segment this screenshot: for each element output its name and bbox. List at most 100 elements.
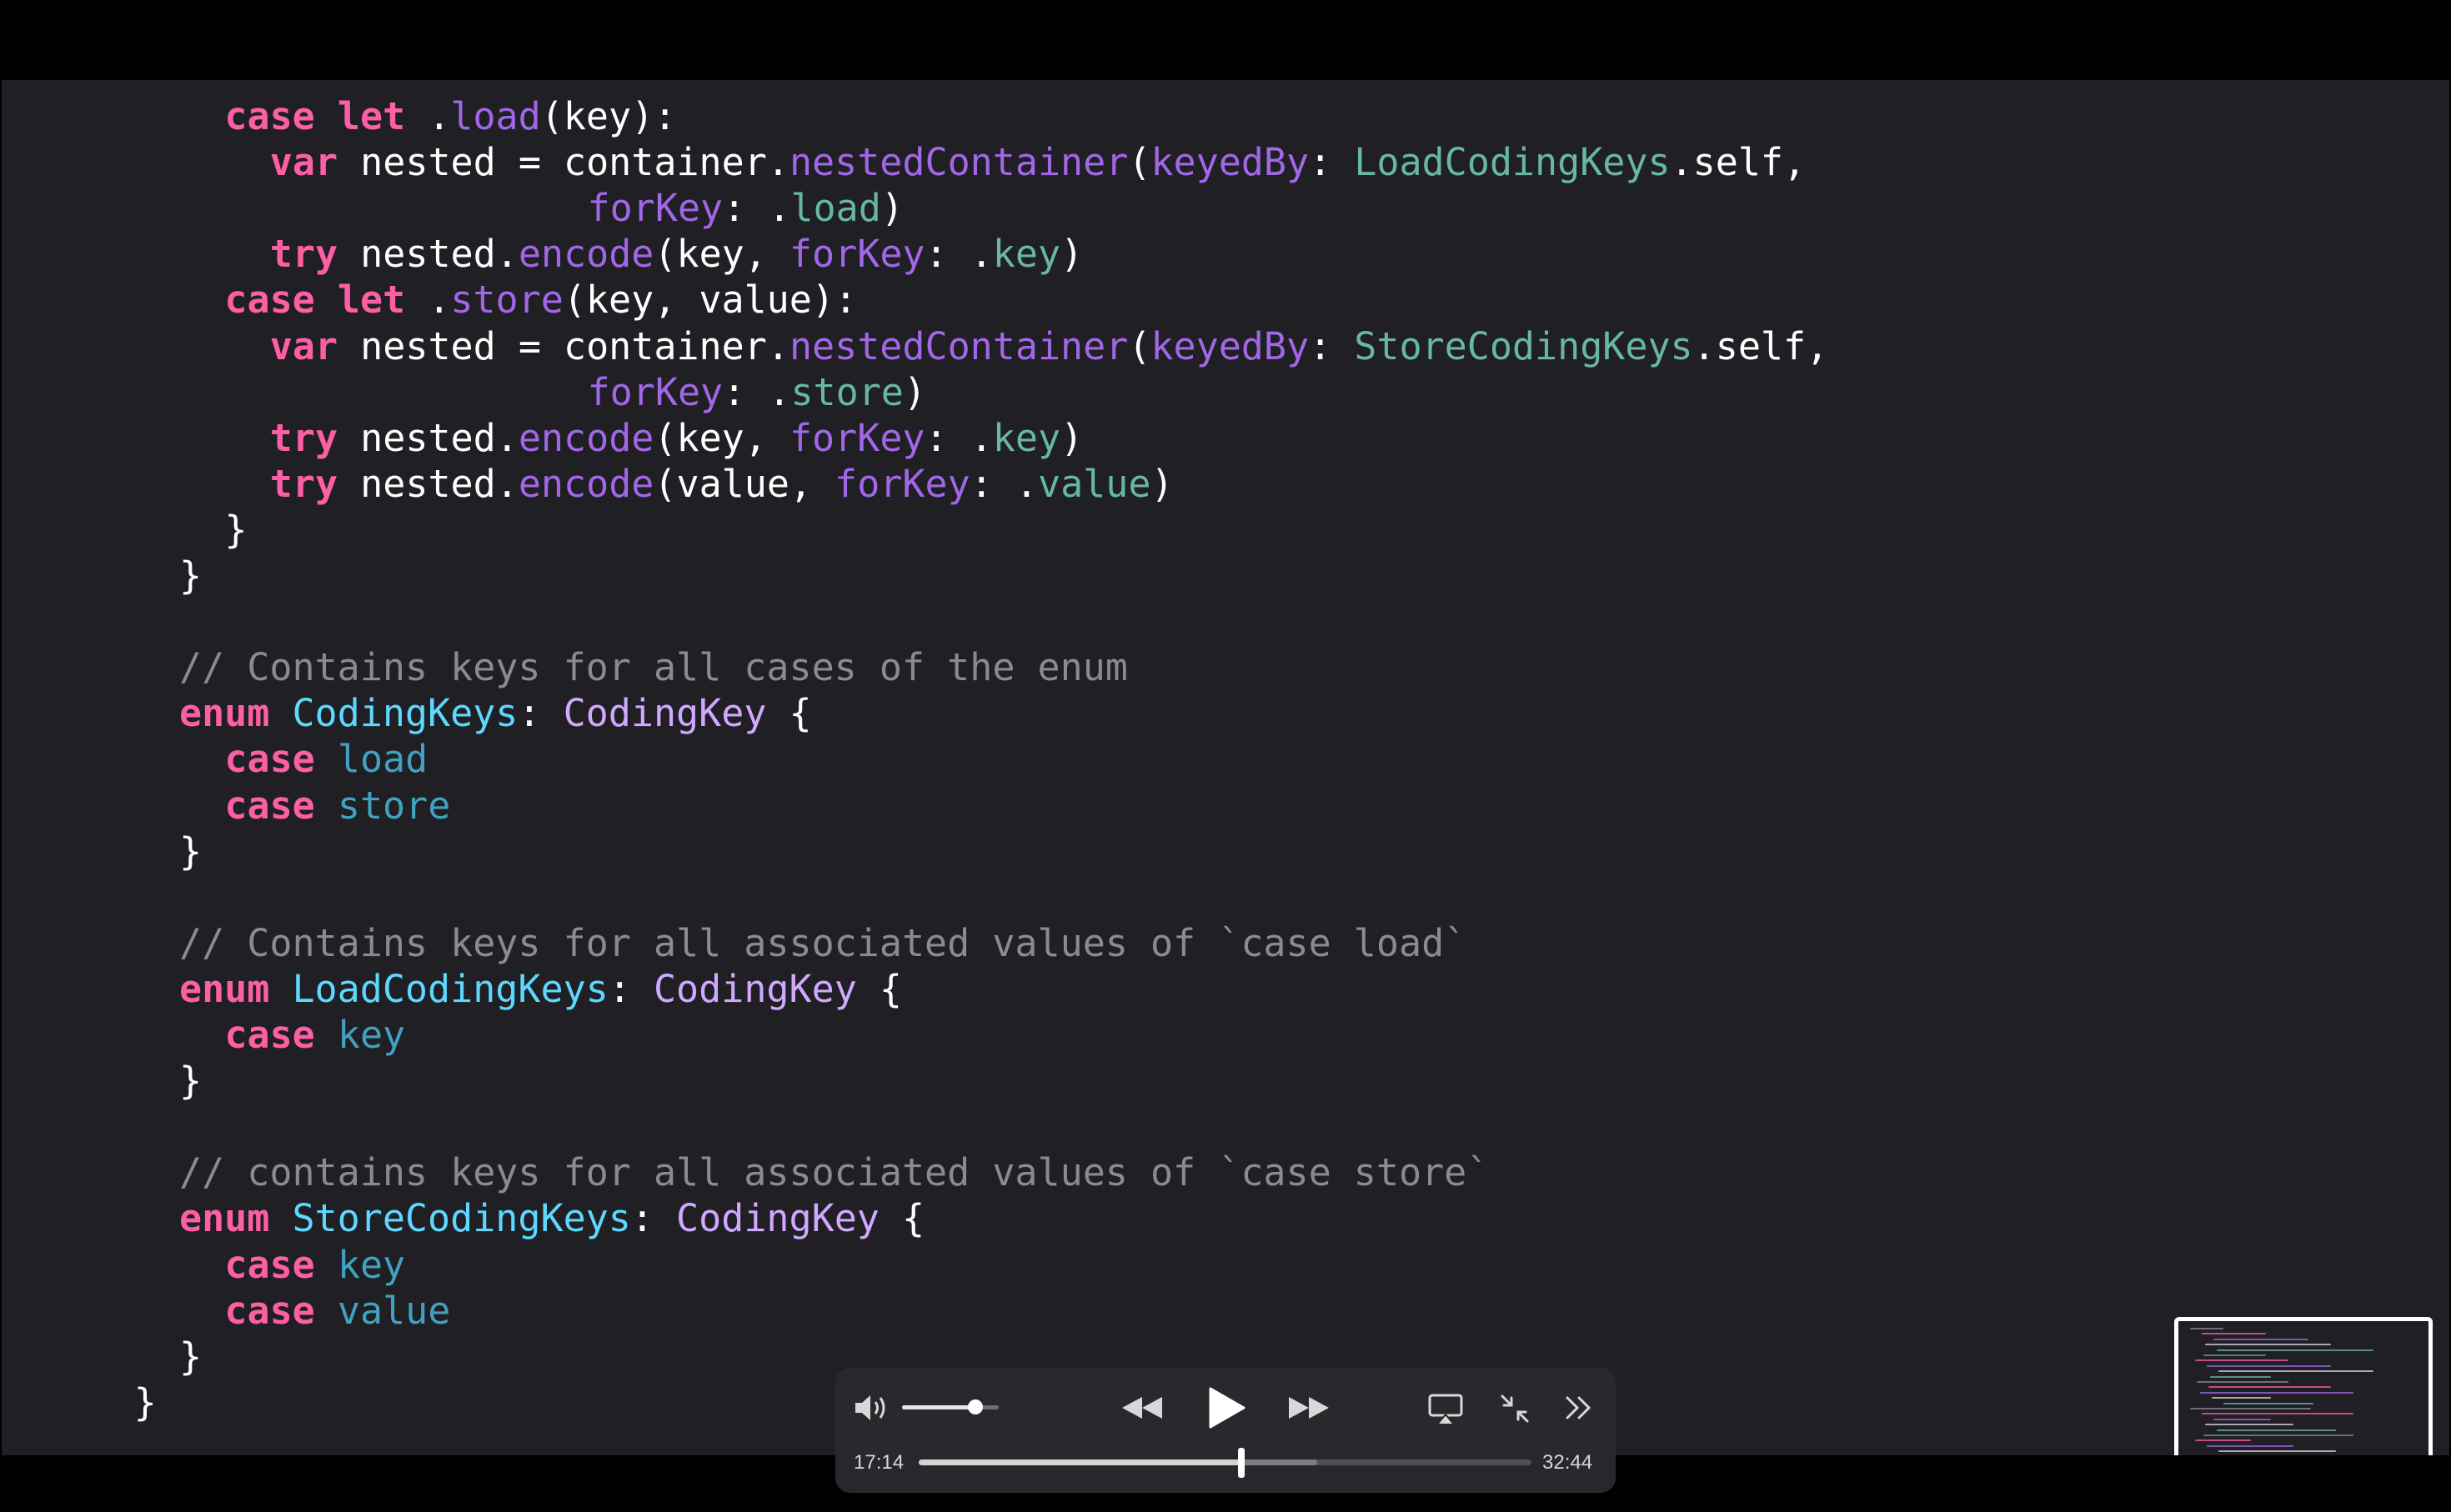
code-token: { bbox=[856, 966, 902, 1011]
thumbnail-code-line bbox=[2213, 1338, 2308, 1340]
code-line: // Contains keys for all associated valu… bbox=[179, 920, 1466, 966]
playback-scrubber[interactable] bbox=[919, 1448, 1531, 1478]
code-line: try nested.encode(key, forKey: .key) bbox=[270, 231, 1083, 277]
code-token: var bbox=[269, 140, 338, 185]
volume-level bbox=[902, 1405, 975, 1409]
code-line: var nested = container.nestedContainer(k… bbox=[270, 139, 1806, 185]
code-token: CodingKey bbox=[563, 691, 767, 736]
code-token: store bbox=[337, 783, 451, 828]
code-token: nested. bbox=[338, 461, 519, 506]
thumbnail-code-line bbox=[2202, 1413, 2353, 1415]
code-line: case value bbox=[224, 1288, 450, 1334]
code-token: value bbox=[1037, 461, 1151, 506]
code-token: key bbox=[992, 415, 1061, 460]
volume-slider[interactable] bbox=[902, 1399, 999, 1414]
exit-fullscreen-icon[interactable] bbox=[1499, 1393, 1531, 1429]
code-line: } bbox=[179, 1334, 202, 1379]
code-token: . bbox=[405, 278, 451, 323]
code-token: { bbox=[879, 1196, 925, 1241]
code-token: : bbox=[1309, 323, 1355, 368]
code-token: (key, value): bbox=[563, 278, 857, 323]
code-token: value bbox=[337, 1288, 451, 1333]
code-line: try nested.encode(key, forKey: .key) bbox=[270, 415, 1083, 461]
code-token: . bbox=[405, 94, 451, 138]
code-line: var nested = container.nestedContainer(k… bbox=[270, 323, 1828, 369]
code-token: enum bbox=[179, 966, 270, 1011]
scrubber-knob[interactable] bbox=[1237, 1448, 1245, 1478]
code-token: CodingKey bbox=[653, 966, 857, 1011]
code-line: case let .store(key, value): bbox=[224, 277, 857, 323]
thumbnail-code-line bbox=[2210, 1375, 2271, 1378]
play-icon[interactable] bbox=[1205, 1386, 1247, 1434]
thumbnail-code-line bbox=[2195, 1359, 2288, 1362]
code-token: key bbox=[337, 1013, 406, 1057]
code-token: ) bbox=[1060, 232, 1084, 277]
code-token: ) bbox=[880, 186, 904, 231]
code-token: forKey bbox=[789, 415, 925, 460]
code-token: .self, bbox=[1692, 323, 1829, 368]
code-line: } bbox=[134, 1379, 157, 1425]
code-token: nestedContainer bbox=[789, 323, 1129, 368]
picture-in-picture-thumbnail[interactable] bbox=[2174, 1317, 2433, 1455]
code-token: StoreCodingKeys bbox=[1354, 323, 1693, 368]
code-token: : bbox=[518, 691, 564, 736]
airplay-icon[interactable] bbox=[1427, 1393, 1464, 1430]
thumbnail-code-line bbox=[2217, 1429, 2336, 1431]
code-line: // Contains keys for all cases of the en… bbox=[179, 644, 1128, 690]
video-frame[interactable]: case let .load(key): var nested = contain… bbox=[2, 80, 2449, 1455]
code-token: StoreCodingKeys bbox=[292, 1196, 631, 1241]
thumbnail-code-line bbox=[2218, 1450, 2336, 1453]
code-token: } bbox=[179, 829, 203, 874]
code-token: (key, bbox=[654, 232, 789, 277]
code-token: case bbox=[224, 737, 315, 782]
code-token: : . bbox=[925, 232, 993, 277]
code-line: } bbox=[179, 553, 202, 598]
speaker-icon[interactable] bbox=[854, 1393, 892, 1427]
code-token: keyedBy bbox=[1150, 140, 1310, 185]
code-line: forKey: .store) bbox=[588, 369, 926, 415]
code-token: enum bbox=[179, 1196, 270, 1241]
more-controls-icon[interactable] bbox=[1564, 1394, 1594, 1425]
code-line: enum LoadCodingKeys: CodingKey { bbox=[179, 966, 902, 1012]
code-line: enum CodingKeys: CodingKey { bbox=[179, 690, 812, 736]
thumbnail-code-line bbox=[2207, 1444, 2293, 1447]
code-token: case bbox=[224, 1242, 315, 1287]
code-token: try bbox=[269, 461, 338, 506]
code-token: } bbox=[133, 1379, 157, 1424]
code-token: encode bbox=[518, 232, 654, 277]
code-token: var bbox=[269, 323, 338, 368]
thumbnail-code-line bbox=[2197, 1381, 2288, 1383]
thumbnail-code-line bbox=[2190, 1408, 2311, 1409]
thumbnail-code-line bbox=[2202, 1333, 2266, 1335]
code-token: load bbox=[790, 186, 881, 231]
code-token: : bbox=[608, 966, 654, 1011]
fast-forward-icon[interactable] bbox=[1286, 1393, 1332, 1427]
code-line: case key bbox=[224, 1012, 405, 1058]
played-range bbox=[919, 1459, 1241, 1465]
code-token: store bbox=[790, 369, 904, 414]
code-token: case bbox=[224, 278, 315, 323]
code-token: (key, bbox=[654, 415, 789, 460]
code-comment: // Contains keys for all associated valu… bbox=[179, 920, 1467, 965]
code-token: LoadCodingKeys bbox=[1354, 140, 1671, 185]
volume-knob[interactable] bbox=[968, 1399, 983, 1414]
code-line: case load bbox=[224, 736, 428, 782]
thumbnail-code-line bbox=[2205, 1424, 2293, 1426]
code-token: case bbox=[224, 1013, 315, 1057]
code-token: } bbox=[179, 1334, 203, 1379]
thumbnail-code-line bbox=[2200, 1391, 2353, 1394]
code-token: encode bbox=[518, 415, 654, 460]
code-token: ) bbox=[1060, 415, 1084, 460]
code-token: case bbox=[224, 783, 315, 828]
rewind-icon[interactable] bbox=[1119, 1393, 1165, 1427]
code-token: nestedContainer bbox=[789, 140, 1129, 185]
code-token: : . bbox=[723, 369, 791, 414]
code-token: load bbox=[450, 94, 541, 138]
code-token: .self, bbox=[1670, 140, 1807, 185]
code-token: key bbox=[337, 1242, 406, 1287]
code-token: : . bbox=[925, 415, 993, 460]
